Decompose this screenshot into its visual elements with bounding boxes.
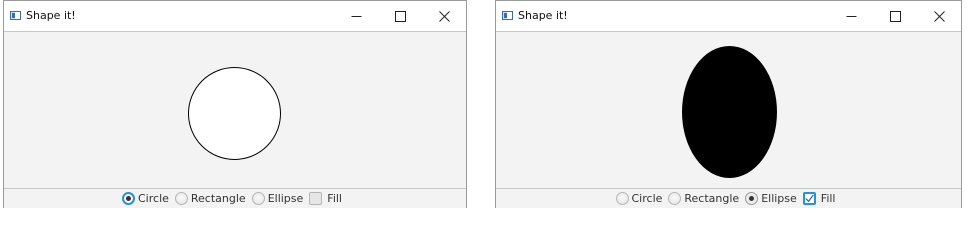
title-bar[interactable]: Shape it! bbox=[4, 1, 466, 31]
close-icon bbox=[438, 10, 450, 22]
ellipse-radio[interactable] bbox=[745, 192, 759, 205]
shape-controls: Circle Rectangle Ellipse Fill bbox=[4, 189, 466, 208]
rectangle-radio-label: Rectangle bbox=[684, 192, 740, 205]
rectangle-radio-label: Rectangle bbox=[190, 192, 246, 205]
rectangle-radio-option[interactable]: Rectangle bbox=[668, 192, 739, 205]
circle-radio[interactable] bbox=[615, 192, 629, 205]
maximize-button[interactable] bbox=[873, 1, 917, 31]
ellipse-radio[interactable] bbox=[251, 192, 265, 205]
ellipse-radio-label: Ellipse bbox=[761, 192, 797, 205]
minimize-button[interactable] bbox=[829, 1, 873, 31]
close-icon bbox=[933, 10, 945, 22]
fill-checkbox[interactable] bbox=[802, 192, 816, 205]
circle-radio-option[interactable]: Circle bbox=[615, 192, 663, 205]
close-button[interactable] bbox=[917, 1, 961, 31]
window-title: Shape it! bbox=[518, 9, 568, 22]
screenshot-stage: Shape it! Circle Rectangle Ellipse Fill … bbox=[0, 0, 967, 215]
minimize-icon bbox=[846, 15, 856, 17]
shape-canvas bbox=[4, 31, 466, 189]
window-title: Shape it! bbox=[26, 9, 76, 22]
ellipse-radio-option[interactable]: Ellipse bbox=[251, 192, 304, 205]
maximize-button[interactable] bbox=[378, 1, 422, 31]
circle-radio-option[interactable]: Circle bbox=[122, 192, 169, 205]
circle-shape bbox=[188, 67, 281, 160]
fill-checkbox-option[interactable]: Fill bbox=[802, 192, 836, 205]
fill-checkbox-label: Fill bbox=[820, 192, 836, 205]
shape-it-window-circle: Shape it! Circle Rectangle Ellipse Fill bbox=[3, 0, 467, 208]
shape-controls: Circle Rectangle Ellipse Fill bbox=[496, 189, 961, 208]
ellipse-radio-label: Ellipse bbox=[267, 192, 304, 205]
ellipse-shape-filled bbox=[682, 46, 777, 178]
rectangle-radio-option[interactable]: Rectangle bbox=[174, 192, 246, 205]
circle-radio-label: Circle bbox=[631, 192, 663, 205]
ellipse-radio-option[interactable]: Ellipse bbox=[745, 192, 797, 205]
fill-checkbox-label: Fill bbox=[327, 192, 342, 205]
circle-radio-label: Circle bbox=[138, 192, 169, 205]
minimize-button[interactable] bbox=[334, 1, 378, 31]
checkmark-icon bbox=[805, 194, 814, 203]
fill-checkbox[interactable] bbox=[309, 192, 323, 205]
fill-checkbox-option[interactable]: Fill bbox=[309, 192, 342, 205]
title-bar[interactable]: Shape it! bbox=[496, 1, 961, 31]
rectangle-radio[interactable] bbox=[668, 192, 682, 205]
app-window-icon bbox=[502, 11, 513, 20]
app-window-icon bbox=[10, 11, 21, 20]
maximize-icon bbox=[889, 10, 901, 22]
rectangle-radio[interactable] bbox=[174, 192, 188, 205]
maximize-icon bbox=[394, 10, 406, 22]
circle-radio[interactable] bbox=[122, 192, 135, 205]
close-button[interactable] bbox=[422, 1, 466, 31]
shape-canvas bbox=[496, 31, 961, 189]
shape-it-window-ellipse: Shape it! Circle Rectangle Ellipse Fill bbox=[495, 0, 962, 208]
minimize-icon bbox=[351, 15, 361, 17]
